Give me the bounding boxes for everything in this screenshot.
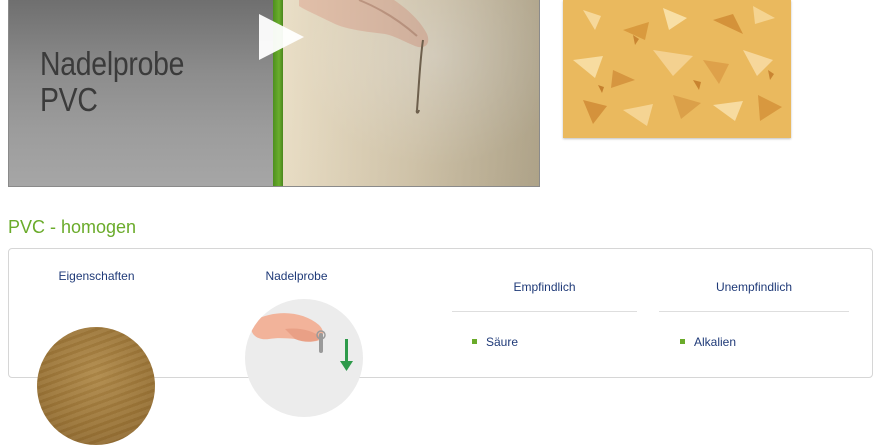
insensitive-divider: [659, 311, 849, 312]
video-thumbnail[interactable]: Nadelprobe PVC: [8, 0, 540, 187]
texture-pattern: [563, 0, 791, 138]
pvc-texture-swatch: [563, 0, 791, 138]
hand-needle-icon: [251, 313, 353, 371]
sensitive-heading: Empfindlich: [513, 280, 576, 294]
video-title-line1: Nadelprobe: [40, 45, 185, 82]
section-title: PVC - homogen: [8, 217, 137, 237]
properties-heading: Eigenschaften: [58, 269, 135, 283]
sensitive-divider: [452, 311, 637, 312]
needle-test-image: [245, 299, 363, 417]
play-icon[interactable]: [259, 14, 304, 60]
wood-sample-image: [37, 327, 155, 445]
needle-test-heading: Nadelprobe: [265, 269, 328, 283]
sensitive-item-acid: Säure: [472, 335, 518, 349]
insensitive-heading: Unempfindlich: [715, 280, 793, 294]
video-title: Nadelprobe PVC: [40, 46, 184, 118]
video-title-line2: PVC: [40, 81, 98, 118]
material-card: Eigenschaften Nadelprobe Empfindlich Une…: [8, 248, 873, 445]
insensitive-item-alkali: Alkalien: [680, 335, 736, 349]
